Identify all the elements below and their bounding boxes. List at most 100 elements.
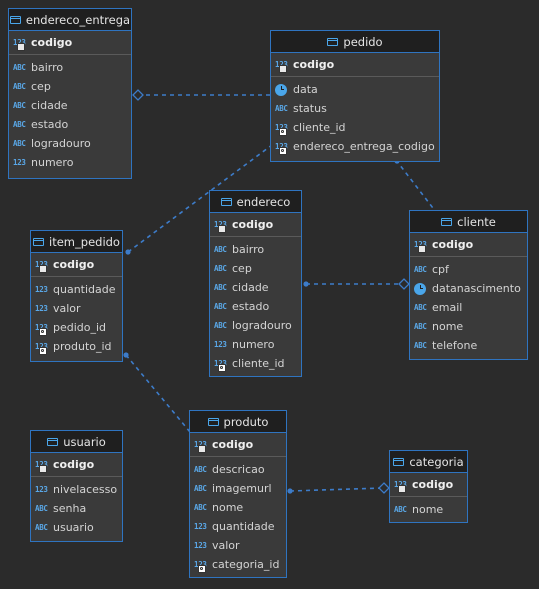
- column-row-cep[interactable]: ABC cep: [9, 77, 131, 96]
- primary-key-row[interactable]: 123codigo: [390, 473, 467, 497]
- entity-usuario[interactable]: usuario123codigo123nivelacessoABCsenhaAB…: [30, 430, 123, 542]
- column-name: codigo: [293, 58, 335, 71]
- foreign-key-icon: [218, 364, 226, 372]
- primary-key-icon: [39, 465, 47, 473]
- column-row-cliente-id[interactable]: 123cliente_id: [210, 354, 301, 373]
- column-row-datanascimento[interactable]: datanascimento: [410, 279, 527, 298]
- column-row-numero[interactable]: 123 numero: [9, 153, 131, 172]
- column-name: usuario: [53, 521, 94, 534]
- link-end-diamond: [378, 482, 390, 494]
- entity-header[interactable]: endereco_entrega: [9, 9, 131, 31]
- column-row-nome[interactable]: ABC nome: [190, 498, 286, 517]
- number-type-icon: 123: [13, 158, 26, 167]
- column-row-data[interactable]: data: [271, 80, 439, 99]
- number-type-icon: 123: [214, 220, 232, 233]
- entity-categoria[interactable]: categoria 123codigo ABC nome: [389, 450, 468, 523]
- entity-header[interactable]: produto: [190, 411, 286, 433]
- number-type-icon: 123: [214, 359, 232, 372]
- column-name: codigo: [31, 36, 73, 49]
- column-row-cep[interactable]: ABC cep: [210, 259, 301, 278]
- column-name: codigo: [53, 258, 95, 271]
- column-name: nome: [412, 503, 444, 516]
- column-row-nivelacesso[interactable]: 123 nivelacesso: [31, 480, 122, 499]
- column-row-senha[interactable]: ABC senha: [31, 499, 122, 518]
- column-row-cidade[interactable]: ABC cidade: [210, 278, 301, 297]
- column-row-quantidade[interactable]: 123 quantidade: [31, 280, 122, 299]
- primary-key-row[interactable]: 123codigo: [31, 253, 122, 277]
- primary-key-icon: [198, 445, 206, 453]
- foreign-key-icon: [279, 128, 287, 136]
- entity-header[interactable]: categoria: [390, 451, 467, 473]
- table-icon: [327, 37, 339, 46]
- link-item-pedido-produto[interactable]: [125, 354, 191, 433]
- column-row-email[interactable]: ABC email: [410, 298, 527, 317]
- column-name: nome: [432, 320, 464, 333]
- primary-key-row[interactable]: 123codigo: [410, 233, 527, 257]
- number-type-icon: 123: [13, 38, 31, 51]
- text-type-icon: ABC: [214, 321, 227, 330]
- entity-header[interactable]: cliente: [410, 211, 527, 233]
- primary-key-row[interactable]: 123codigo: [9, 31, 131, 55]
- number-type-icon: 123: [35, 485, 48, 494]
- text-type-icon: ABC: [13, 82, 26, 91]
- foreign-key-icon: [198, 565, 206, 573]
- column-list: ABC descricao ABC imagemurl ABC nome 123 quanti…: [190, 457, 286, 574]
- column-row-pedido-id[interactable]: 123pedido_id: [31, 318, 122, 337]
- primary-key-row[interactable]: 123codigo: [271, 53, 439, 77]
- column-row-logradouro[interactable]: ABC logradouro: [9, 134, 131, 153]
- column-name: codigo: [212, 438, 254, 451]
- column-row-estado[interactable]: ABC estado: [210, 297, 301, 316]
- column-row-valor[interactable]: 123 valor: [31, 299, 122, 318]
- column-row-usuario[interactable]: ABC usuario: [31, 518, 122, 537]
- column-row-estado[interactable]: ABC estado: [9, 115, 131, 134]
- number-type-icon: 123: [275, 142, 293, 155]
- entity-endereco[interactable]: endereco123codigoABCbairroABCcepABCcidad…: [209, 190, 302, 377]
- column-name: status: [293, 102, 327, 115]
- column-row-imagemurl[interactable]: ABC imagemurl: [190, 479, 286, 498]
- link-produto-categoria[interactable]: [289, 487, 385, 492]
- text-type-icon: ABC: [13, 101, 26, 110]
- column-row-categoria-id[interactable]: 123categoria_id: [190, 555, 286, 574]
- column-name: categoria_id: [212, 558, 280, 571]
- entity-header[interactable]: endereco: [210, 191, 301, 213]
- text-type-icon: ABC: [13, 139, 26, 148]
- link-pedido-cliente[interactable]: [395, 159, 437, 213]
- text-type-icon: ABC: [214, 264, 227, 273]
- column-row-endereco-entrega-codigo[interactable]: 123endereco_entrega_codigo: [271, 137, 439, 156]
- entity-endereco-entrega[interactable]: endereco_entrega123codigoABCbairroABCcep…: [8, 8, 132, 179]
- column-name: cidade: [232, 281, 269, 294]
- entity-item-pedido[interactable]: item_pedido123codigo123quantidade123valo…: [30, 230, 123, 362]
- column-row-cliente-id[interactable]: 123cliente_id: [271, 118, 439, 137]
- column-row-cpf[interactable]: ABC cpf: [410, 260, 527, 279]
- column-row-logradouro[interactable]: ABC logradouro: [210, 316, 301, 335]
- number-type-icon: 123: [35, 260, 53, 273]
- entity-header[interactable]: usuario: [31, 431, 122, 453]
- entity-cliente[interactable]: cliente 123codigo ABC cpf datanascimento ABC e…: [409, 210, 528, 360]
- primary-key-row[interactable]: 123codigo: [210, 213, 301, 237]
- text-type-icon: ABC: [194, 484, 207, 493]
- column-row-valor[interactable]: 123 valor: [190, 536, 286, 555]
- column-row-cidade[interactable]: ABC cidade: [9, 96, 131, 115]
- entity-title: categoria: [409, 454, 464, 469]
- column-row-nome[interactable]: ABC nome: [390, 500, 467, 519]
- primary-key-row[interactable]: 123codigo: [190, 433, 286, 457]
- entity-header[interactable]: item_pedido: [31, 231, 122, 253]
- entity-produto[interactable]: produto123codigoABCdescricaoABCimagemurl…: [189, 410, 287, 578]
- entity-pedido[interactable]: pedido123codigodataABCstatus123cliente_i…: [270, 30, 440, 162]
- column-row-nome[interactable]: ABC nome: [410, 317, 527, 336]
- column-row-bairro[interactable]: ABC bairro: [9, 58, 131, 77]
- primary-key-row[interactable]: 123codigo: [31, 453, 122, 477]
- entity-header[interactable]: pedido: [271, 31, 439, 53]
- column-row-quantidade[interactable]: 123 quantidade: [190, 517, 286, 536]
- column-row-numero[interactable]: 123 numero: [210, 335, 301, 354]
- column-name: datanascimento: [432, 282, 521, 295]
- table-icon: [47, 437, 59, 446]
- column-row-telefone[interactable]: ABC telefone: [410, 336, 527, 355]
- column-row-descricao[interactable]: ABC descricao: [190, 460, 286, 479]
- table-icon: [33, 237, 45, 246]
- number-type-icon: 123: [35, 285, 48, 294]
- column-row-bairro[interactable]: ABC bairro: [210, 240, 301, 259]
- column-row-produto-id[interactable]: 123produto_id: [31, 337, 122, 356]
- column-row-status[interactable]: ABC status: [271, 99, 439, 118]
- number-type-icon: 123: [35, 323, 53, 336]
